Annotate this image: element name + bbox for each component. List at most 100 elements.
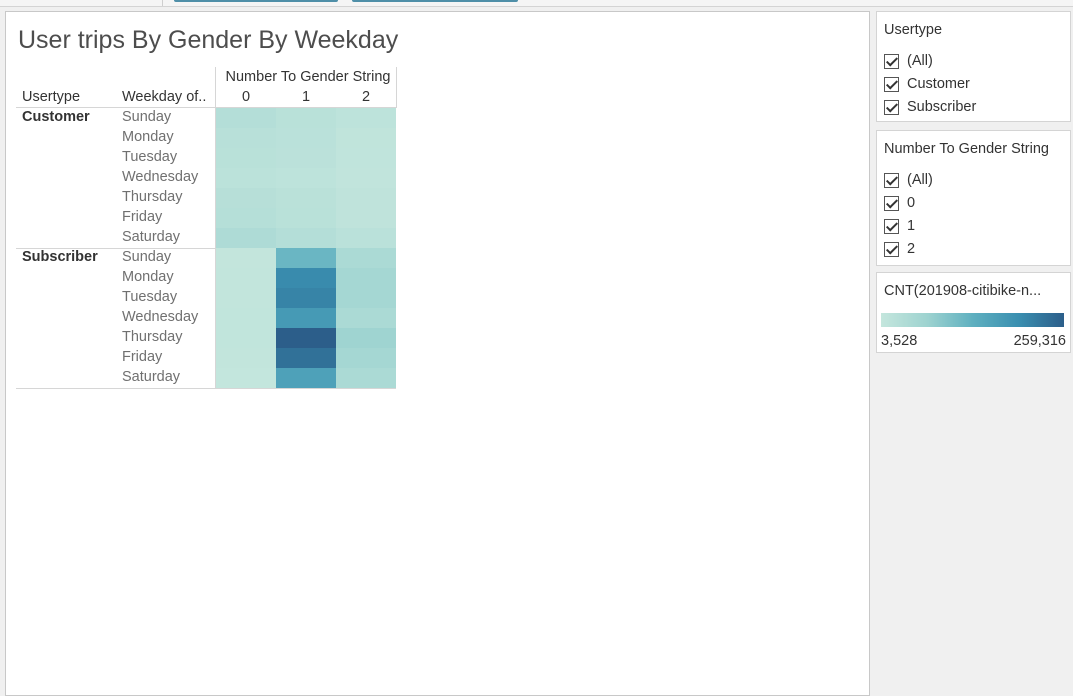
heatmap-cell[interactable] — [216, 308, 276, 328]
heatmap-cell[interactable] — [216, 148, 276, 168]
heatmap-cell[interactable] — [276, 248, 336, 268]
weekday-label[interactable]: Sunday — [122, 249, 171, 265]
weekday-label[interactable]: Friday — [122, 209, 162, 225]
color-ramp-bar — [881, 313, 1064, 327]
weekday-label[interactable]: Monday — [122, 269, 174, 285]
usertype-label-subscriber[interactable]: Subscriber — [22, 249, 98, 265]
heatmap-cell[interactable] — [336, 268, 396, 288]
legend-max-label: 259,316 — [1013, 333, 1066, 349]
heatmap-cell[interactable] — [276, 348, 336, 368]
heatmap-cell[interactable] — [276, 188, 336, 208]
weekday-label[interactable]: Monday — [122, 129, 174, 145]
filter-option-subscriber[interactable]: Subscriber — [884, 97, 976, 117]
filter-option-all[interactable]: (All) — [884, 170, 933, 190]
column-label-1[interactable]: 1 — [276, 89, 336, 105]
filter-option-label: 1 — [907, 218, 916, 234]
heatmap-cell[interactable] — [276, 368, 336, 388]
sheet-tab-2[interactable] — [352, 0, 518, 2]
heatmap-cell[interactable] — [336, 188, 396, 208]
weekday-label[interactable]: Wednesday — [122, 309, 198, 325]
heatmap-cell[interactable] — [216, 208, 276, 228]
heatmap-cell[interactable] — [216, 288, 276, 308]
filter-option-label: 2 — [907, 241, 916, 257]
heatmap-cell[interactable] — [216, 368, 276, 388]
checkbox-checked-icon[interactable] — [884, 53, 899, 69]
heatmap-cell[interactable] — [216, 108, 276, 128]
column-header-right-border — [396, 67, 397, 108]
heatmap-cell[interactable] — [276, 208, 336, 228]
chart-title: User trips By Gender By Weekday — [18, 26, 399, 54]
heatmap-cell[interactable] — [216, 168, 276, 188]
column-label-2[interactable]: 2 — [336, 89, 396, 105]
color-legend-card: CNT(201908-citibike-n... 3,528 259,316 — [876, 272, 1071, 353]
filter-option-label: 0 — [907, 195, 916, 211]
weekday-label[interactable]: Friday — [122, 349, 162, 365]
heatmap-cell[interactable] — [336, 168, 396, 188]
heatmap-cell[interactable] — [336, 128, 396, 148]
heatmap-cell[interactable] — [216, 268, 276, 288]
heatmap-cell[interactable] — [336, 248, 396, 268]
sheet-tab-1[interactable] — [174, 0, 338, 2]
checkbox-checked-icon[interactable] — [884, 76, 899, 92]
top-toolbar-strip — [0, 0, 1073, 7]
heatmap-cell[interactable] — [336, 148, 396, 168]
heatmap-cell[interactable] — [336, 328, 396, 348]
checkbox-checked-icon[interactable] — [884, 218, 899, 234]
heatmap-cell[interactable] — [216, 228, 276, 248]
weekday-label[interactable]: Thursday — [122, 189, 182, 205]
checkbox-checked-icon[interactable] — [884, 99, 899, 115]
heatmap-cell[interactable] — [276, 308, 336, 328]
heatmap-cell[interactable] — [216, 188, 276, 208]
filter-option-2[interactable]: 2 — [884, 239, 915, 259]
weekday-label[interactable]: Saturday — [122, 229, 180, 245]
legend-min-label: 3,528 — [881, 333, 918, 349]
heatmap-cell[interactable] — [276, 168, 336, 188]
heatmap-cell[interactable] — [336, 228, 396, 248]
heatmap-cell[interactable] — [216, 128, 276, 148]
weekday-label[interactable]: Saturday — [122, 369, 180, 385]
heatmap-cell[interactable] — [276, 328, 336, 348]
row-header-weekday[interactable]: Weekday of.. — [122, 89, 206, 105]
worksheet-view: User trips By Gender By Weekday Number T… — [5, 11, 870, 696]
weekday-label[interactable]: Tuesday — [122, 149, 177, 165]
filter-option-0[interactable]: 0 — [884, 193, 915, 213]
checkbox-checked-icon[interactable] — [884, 172, 899, 188]
filter-option-1[interactable]: 1 — [884, 216, 915, 236]
heatmap-cell[interactable] — [276, 268, 336, 288]
heatmap-cell[interactable] — [336, 308, 396, 328]
heatmap-cell[interactable] — [216, 348, 276, 368]
heatmap-cell[interactable] — [276, 288, 336, 308]
legend-title: CNT(201908-citibike-n... — [884, 283, 1042, 299]
heatmap-cell[interactable] — [336, 288, 396, 308]
checkbox-checked-icon[interactable] — [884, 241, 899, 257]
weekday-label[interactable]: Wednesday — [122, 169, 198, 185]
heatmap-cell[interactable] — [336, 208, 396, 228]
filter-card-usertype: Usertype (All) Customer Subscriber — [876, 11, 1071, 122]
heatmap-cell[interactable] — [336, 348, 396, 368]
filter-option-label: (All) — [907, 172, 933, 188]
weekday-label[interactable]: Thursday — [122, 329, 182, 345]
usertype-label-customer[interactable]: Customer — [22, 109, 90, 125]
weekday-label[interactable]: Tuesday — [122, 289, 177, 305]
filter-option-label: Customer — [907, 76, 970, 92]
filter-option-label: (All) — [907, 53, 933, 69]
heatmap-cell[interactable] — [276, 148, 336, 168]
filter-option-customer[interactable]: Customer — [884, 74, 970, 94]
heatmap-cell[interactable] — [276, 128, 336, 148]
tab-divider — [162, 0, 163, 6]
row-header-usertype[interactable]: Usertype — [22, 89, 80, 105]
weekday-label[interactable]: Sunday — [122, 109, 171, 125]
heatmap-cell[interactable] — [276, 228, 336, 248]
checkbox-checked-icon[interactable] — [884, 195, 899, 211]
column-header-title[interactable]: Number To Gender String — [218, 69, 398, 85]
heatmap-cell[interactable] — [336, 108, 396, 128]
filter-option-all[interactable]: (All) — [884, 51, 933, 71]
filter-title-gender: Number To Gender String — [884, 141, 1049, 157]
heatmap-cell[interactable] — [216, 248, 276, 268]
column-label-0[interactable]: 0 — [216, 89, 276, 105]
group-divider — [16, 388, 396, 389]
heatmap-cell[interactable] — [216, 328, 276, 348]
filter-card-gender: Number To Gender String (All) 0 1 2 — [876, 130, 1071, 266]
heatmap-cell[interactable] — [276, 108, 336, 128]
heatmap-cell[interactable] — [336, 368, 396, 388]
